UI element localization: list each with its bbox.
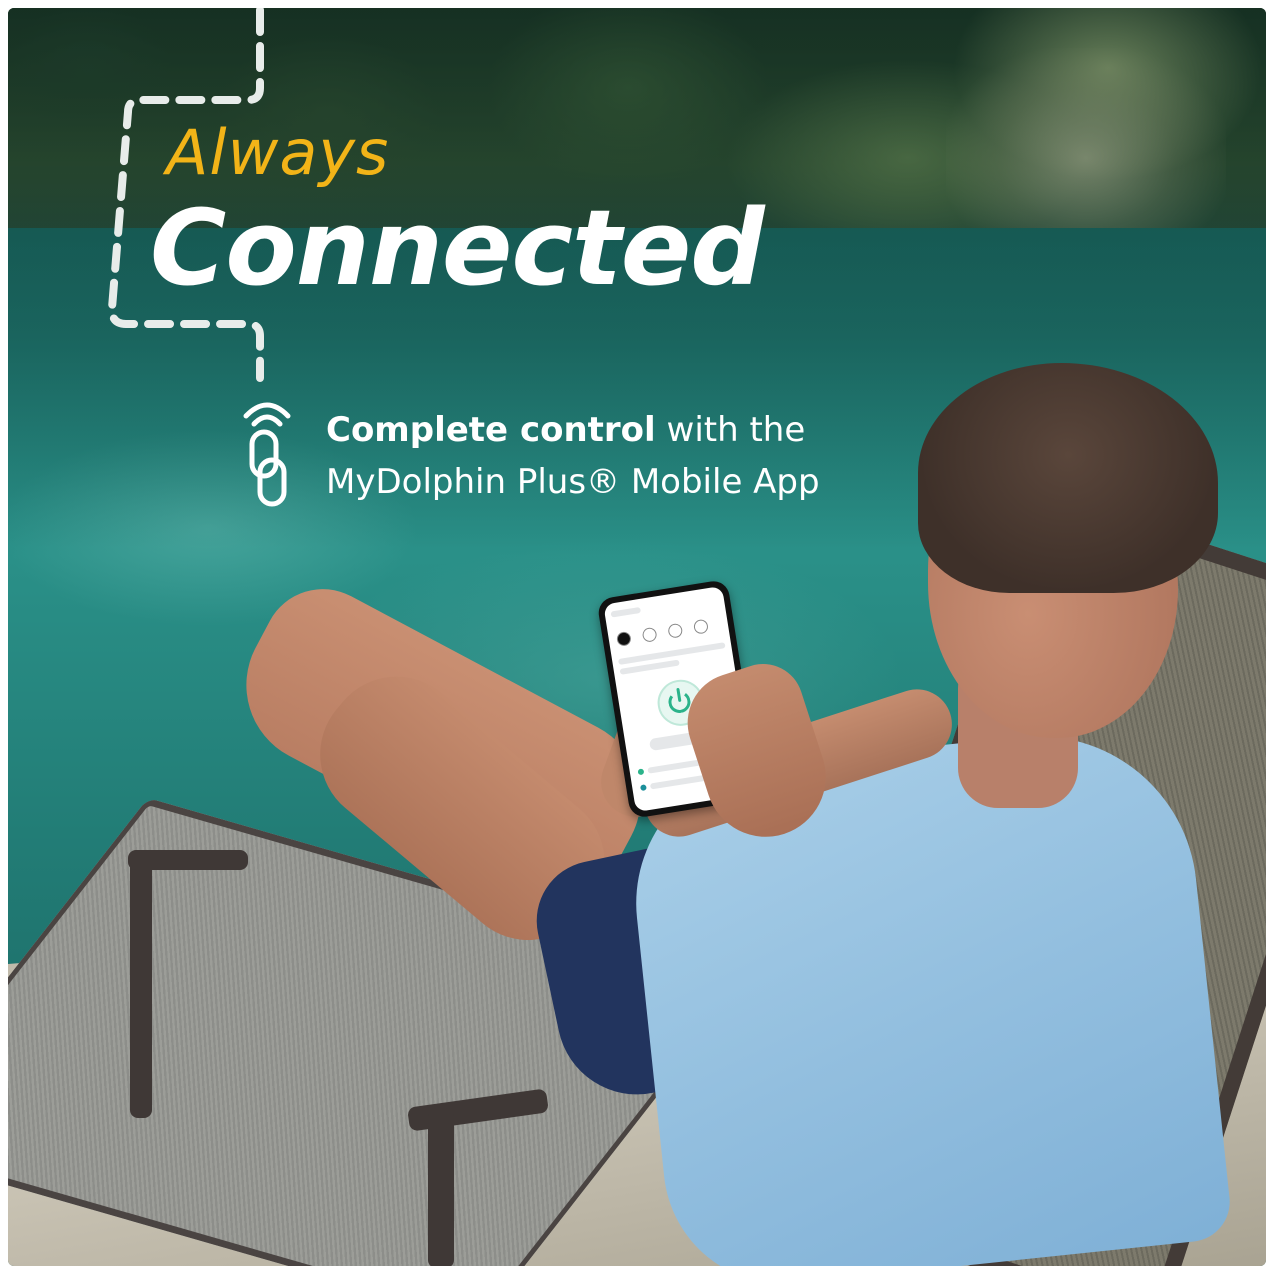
- app-tab-home-icon: [615, 630, 632, 647]
- headline-always: Always: [166, 116, 390, 189]
- hero-scene: Always Connected Complete control with t…: [8, 8, 1266, 1266]
- chair-leg-front: [130, 858, 152, 1118]
- app-tab-cleaning-icon: [641, 626, 658, 643]
- app-status-bar: [610, 606, 642, 618]
- subtitle-line2: MyDolphin Plus® Mobile App: [326, 462, 820, 502]
- wireless-link-icon: [243, 402, 291, 507]
- subtitle-bold: Complete control: [326, 410, 656, 450]
- headline-connected: Connected: [150, 187, 765, 309]
- app-status-dot-teal: [639, 784, 647, 792]
- app-tab-schedule-icon: [667, 622, 684, 639]
- chair-leg-rear: [428, 1108, 454, 1266]
- subtitle: Complete control with the MyDolphin Plus…: [326, 404, 946, 508]
- subtitle-line1-rest: with the: [655, 410, 806, 450]
- app-status-dot-green: [637, 768, 645, 776]
- chair-leg-crossbar: [128, 850, 248, 870]
- app-tab-settings-icon: [692, 618, 709, 635]
